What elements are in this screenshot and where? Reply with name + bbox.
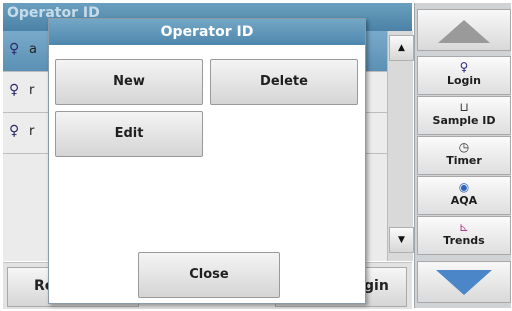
close-button[interactable]: Close (138, 252, 280, 298)
delete-button[interactable]: Delete (210, 59, 358, 105)
operator-id-dialog: Operator ID New Delete Edit Close (48, 18, 366, 304)
dialog-title: Operator ID (49, 19, 365, 45)
screen: Operator ID ♀ a ♀ r ♀ r ▲ ▼ Re gin ♀ Log… (0, 0, 512, 311)
new-button[interactable]: New (55, 59, 203, 105)
edit-button[interactable]: Edit (55, 111, 203, 157)
modal-overlay: Operator ID New Delete Edit Close (0, 0, 512, 311)
